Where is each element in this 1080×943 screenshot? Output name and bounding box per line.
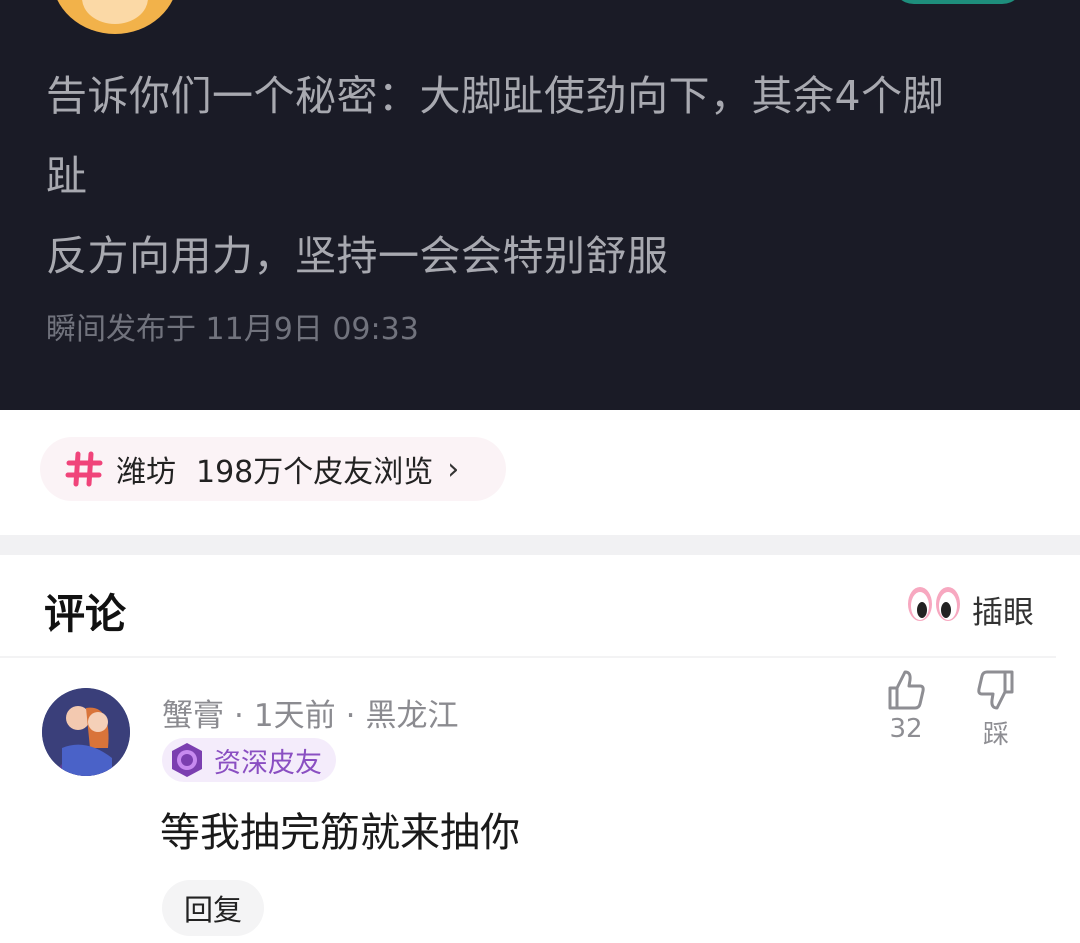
badge-emblem-icon bbox=[172, 743, 202, 777]
topic-chip[interactable]: 潍坊 198万个皮友浏览 › bbox=[40, 437, 506, 501]
post-text-line-3: 反方向用力，坚持一会会特别舒服 bbox=[46, 232, 669, 280]
like-count: 32 bbox=[889, 714, 923, 744]
comments-title: 评论 bbox=[44, 590, 126, 638]
follow-button[interactable] bbox=[892, 0, 1024, 4]
user-badge: 资深皮友 bbox=[162, 738, 336, 782]
comment-text: 等我抽完筋就来抽你 bbox=[160, 810, 520, 856]
section-divider bbox=[0, 535, 1080, 555]
comment-location: 黑龙江 bbox=[365, 698, 459, 734]
meta-separator: · bbox=[345, 698, 356, 734]
thumbs-up-icon bbox=[888, 670, 925, 710]
comment-meta: 蟹膏 · 1天前 · 黑龙江 bbox=[162, 690, 458, 735]
comment-time: 1天前 bbox=[253, 698, 336, 734]
thumbs-down-icon bbox=[977, 670, 1014, 710]
post-card: 告诉你们一个秘密：大脚趾使劲向下，其余4个脚 趾 反方向用力，坚持一会会特别舒服… bbox=[0, 0, 1080, 410]
author-avatar[interactable] bbox=[52, 0, 178, 34]
commenter-avatar[interactable] bbox=[42, 688, 130, 776]
post-text-line-1: 告诉你们一个秘密：大脚趾使劲向下，其余4个脚 bbox=[46, 72, 945, 120]
peek-label[interactable]: 插眼 bbox=[972, 587, 1034, 632]
chevron-right-icon: › bbox=[447, 451, 460, 487]
topic-name: 潍坊 bbox=[116, 455, 176, 490]
reply-button[interactable]: 回复 bbox=[162, 880, 264, 936]
eyes-icon[interactable] bbox=[906, 582, 962, 626]
like-button[interactable]: 32 bbox=[876, 668, 936, 744]
dislike-button[interactable]: 踩 bbox=[966, 668, 1026, 751]
header-divider bbox=[0, 656, 1056, 658]
hashtag-icon bbox=[65, 451, 103, 487]
post-text-line-2: 趾 bbox=[46, 152, 88, 200]
comment-username[interactable]: 蟹膏 bbox=[162, 698, 224, 734]
meta-separator: · bbox=[234, 698, 244, 734]
dislike-label: 踩 bbox=[982, 720, 1009, 750]
badge-label: 资深皮友 bbox=[214, 747, 322, 779]
topic-views: 198万个皮友浏览 bbox=[196, 455, 434, 490]
post-timestamp: 瞬间发布于 11月9日 09:33 bbox=[46, 312, 419, 347]
